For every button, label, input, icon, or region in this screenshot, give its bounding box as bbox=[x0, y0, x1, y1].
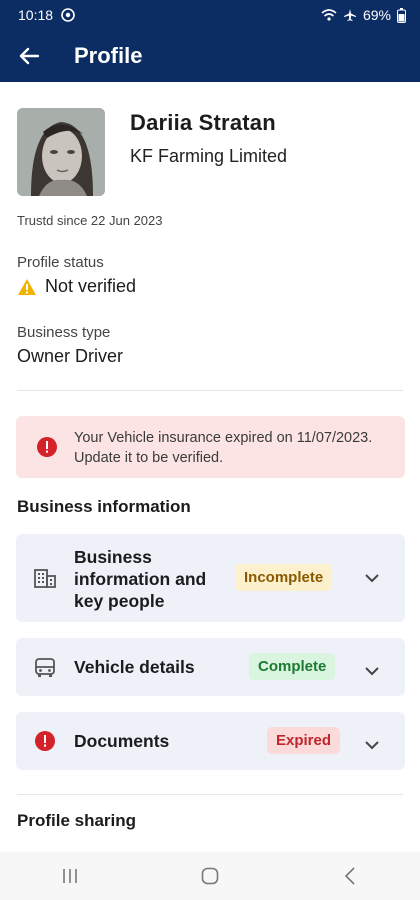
business-information-card[interactable]: Business information and key people Inco… bbox=[16, 534, 405, 622]
business-type-value: Owner Driver bbox=[17, 346, 124, 366]
status-badge: Expired bbox=[267, 727, 341, 754]
battery-icon bbox=[397, 7, 406, 23]
recent-apps-button[interactable] bbox=[40, 856, 100, 896]
documents-card[interactable]: Documents Expired bbox=[16, 712, 405, 770]
divider bbox=[17, 794, 403, 795]
vehicle-details-label: Vehicle details bbox=[74, 657, 195, 677]
status-text: Not verified bbox=[45, 276, 137, 296]
documents-label: Documents bbox=[74, 731, 170, 751]
status-bar: 10:18 69% bbox=[0, 0, 420, 30]
page-title: Profile bbox=[74, 43, 143, 68]
settings-icon bbox=[61, 8, 75, 22]
profile-sharing-heading: Profile sharing bbox=[17, 811, 137, 830]
app-bar: Profile bbox=[0, 30, 420, 82]
profile-name: Dariia Stratan bbox=[130, 110, 276, 135]
alert-text: Your Vehicle insurance expired on 11/07/… bbox=[74, 430, 373, 466]
divider bbox=[17, 390, 403, 391]
warning-icon bbox=[18, 278, 36, 295]
avatar bbox=[17, 108, 105, 196]
error-icon bbox=[34, 730, 56, 757]
chevron-left-icon bbox=[344, 867, 355, 885]
business-type-label: Business type bbox=[17, 324, 111, 341]
member-since: Trustd since 22 Jun 2023 bbox=[17, 213, 163, 228]
arrow-left-icon bbox=[19, 47, 39, 65]
chevron-down-icon[interactable] bbox=[365, 663, 379, 681]
bus-icon bbox=[34, 657, 56, 684]
home-icon bbox=[201, 867, 219, 885]
error-icon bbox=[36, 436, 58, 463]
building-icon bbox=[34, 568, 56, 593]
status-time: 10:18 bbox=[18, 7, 54, 23]
status-badge: Complete bbox=[249, 653, 336, 680]
chevron-down-icon[interactable] bbox=[365, 737, 379, 755]
insurance-expired-alert: Your Vehicle insurance expired on 11/07/… bbox=[16, 416, 405, 478]
business-information-label: Business information and key people bbox=[74, 547, 207, 611]
chevron-down-icon[interactable] bbox=[365, 570, 379, 588]
profile-status-label: Profile status bbox=[17, 254, 104, 271]
system-navigation-bar bbox=[0, 852, 420, 900]
back-button[interactable] bbox=[0, 30, 58, 82]
system-back-button[interactable] bbox=[320, 856, 380, 896]
profile-company: KF Farming Limited bbox=[130, 146, 288, 166]
vehicle-details-card[interactable]: Vehicle details Complete bbox=[16, 638, 405, 696]
airplane-icon bbox=[343, 8, 357, 22]
profile-status-value: Not verified bbox=[17, 276, 136, 297]
recents-icon bbox=[63, 869, 77, 883]
battery-percent: 69% bbox=[362, 7, 391, 23]
business-information-heading: Business information bbox=[17, 497, 191, 516]
wifi-icon bbox=[321, 8, 337, 22]
home-button[interactable] bbox=[180, 856, 240, 896]
status-badge: Incomplete bbox=[235, 564, 333, 591]
